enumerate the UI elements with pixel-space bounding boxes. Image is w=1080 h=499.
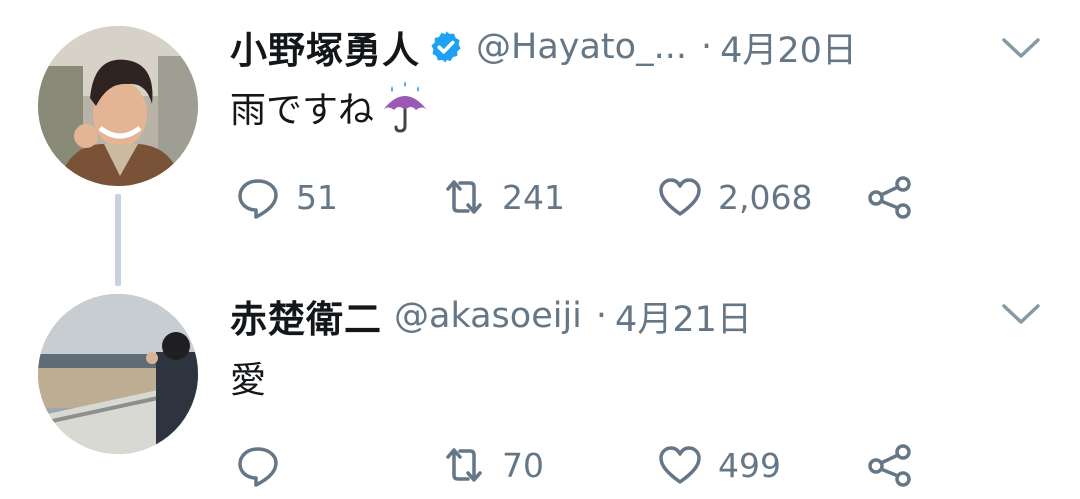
retweet-icon bbox=[446, 180, 482, 214]
retweet-button[interactable]: 241 bbox=[440, 172, 565, 222]
tweet-text-container: 雨ですね bbox=[230, 81, 432, 133]
like-button[interactable]: 499 bbox=[656, 440, 781, 490]
tweet-actions: 70 499 bbox=[230, 440, 930, 490]
retweet-count: 241 bbox=[502, 177, 565, 217]
username-handle[interactable]: @akasoeiji bbox=[394, 296, 582, 336]
retweet-button[interactable]: 70 bbox=[440, 440, 544, 490]
heart-icon bbox=[659, 178, 701, 216]
tweet-text: 雨ですね bbox=[230, 90, 375, 131]
reply-icon bbox=[238, 447, 278, 487]
tweet-date[interactable]: 4月21日 bbox=[615, 291, 752, 342]
tweet-text-container: 愛 bbox=[230, 352, 266, 402]
heart-icon bbox=[659, 446, 701, 484]
chevron-down-icon[interactable] bbox=[1000, 34, 1042, 62]
tweet-1[interactable]: 小野塚勇人 @Hayato_... · 4月20日 雨ですね 51 241 2,… bbox=[0, 0, 1080, 286]
reply-count: 51 bbox=[296, 177, 338, 217]
tweet-date[interactable]: 4月20日 bbox=[720, 22, 857, 73]
tweet-header: 赤楚衛二 @akasoeiji · 4月21日 bbox=[230, 291, 752, 341]
display-name[interactable]: 赤楚衛二 bbox=[230, 289, 382, 343]
avatar[interactable] bbox=[38, 294, 198, 454]
separator-dot: · bbox=[700, 27, 713, 67]
tweet-text: 愛 bbox=[230, 360, 267, 401]
reply-button[interactable] bbox=[234, 440, 296, 490]
share-icon bbox=[868, 176, 911, 219]
username-handle[interactable]: @Hayato_... bbox=[476, 27, 687, 67]
share-button[interactable] bbox=[866, 440, 914, 490]
like-count: 499 bbox=[718, 445, 781, 485]
reply-button[interactable]: 51 bbox=[234, 172, 338, 222]
avatar-photo bbox=[38, 294, 198, 454]
like-button[interactable]: 2,068 bbox=[656, 172, 812, 222]
umbrella-with-rain-icon bbox=[383, 81, 428, 133]
tweet-header: 小野塚勇人 @Hayato_... · 4月20日 bbox=[230, 22, 857, 72]
display-name[interactable]: 小野塚勇人 bbox=[230, 20, 420, 74]
reply-icon bbox=[238, 179, 278, 219]
chevron-down-icon[interactable] bbox=[1000, 300, 1042, 328]
tweet-actions: 51 241 2,068 bbox=[230, 172, 930, 222]
share-icon bbox=[868, 444, 911, 487]
retweet-icon bbox=[446, 448, 482, 482]
verified-badge-icon bbox=[431, 31, 461, 63]
avatar[interactable] bbox=[38, 26, 198, 186]
avatar-photo bbox=[38, 26, 198, 186]
tweet-2[interactable]: 赤楚衛二 @akasoeiji · 4月21日 愛 70 499 bbox=[0, 250, 1080, 499]
retweet-count: 70 bbox=[502, 445, 544, 485]
separator-dot: · bbox=[595, 296, 608, 336]
share-button[interactable] bbox=[866, 172, 914, 222]
like-count: 2,068 bbox=[718, 177, 813, 217]
